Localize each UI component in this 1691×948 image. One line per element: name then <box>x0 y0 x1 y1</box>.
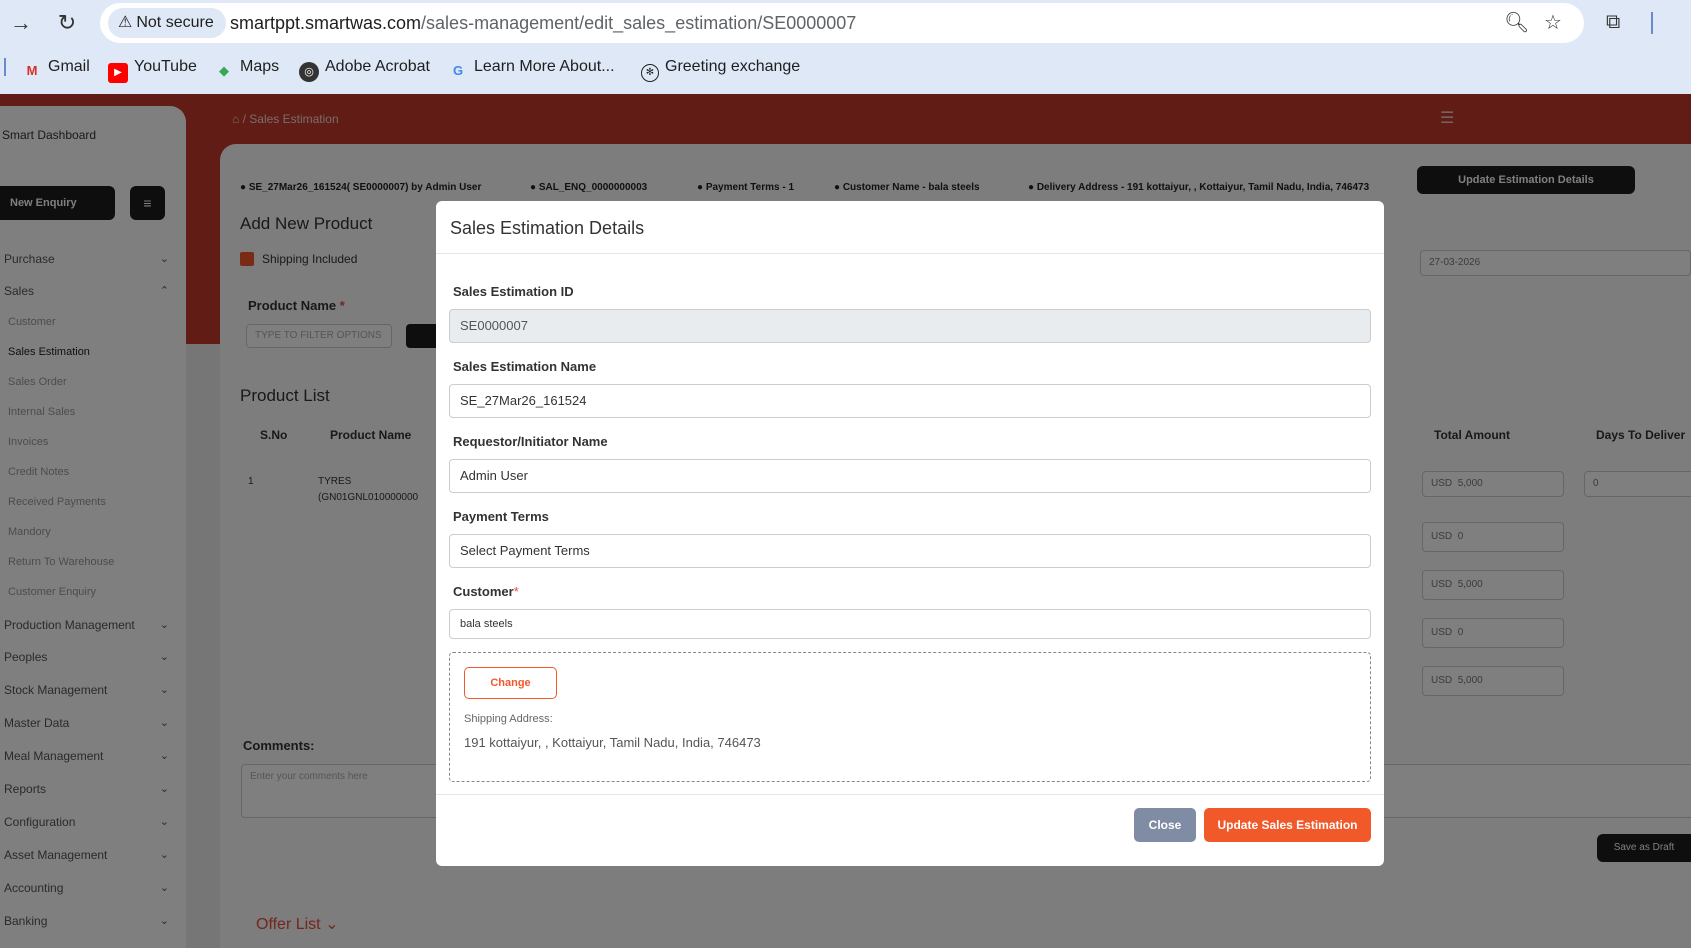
forward-icon[interactable]: → <box>8 10 34 36</box>
url-text[interactable]: smartppt.smartwas.com/sales-management/e… <box>230 3 856 43</box>
maps-icon: ◆ <box>219 63 229 78</box>
bookmark-youtube[interactable]: ▶ YouTube <box>108 54 197 83</box>
modal-footer-divider <box>436 794 1384 795</box>
payment-terms-select[interactable]: Select Payment Terms <box>449 534 1371 568</box>
google-icon: G <box>452 63 464 78</box>
estimation-name-label: Sales Estimation Name <box>453 359 597 374</box>
address-bar[interactable]: ⚠ Not secure smartppt.smartwas.com/sales-… <box>100 3 1584 43</box>
bookmark-adobe-acrobat[interactable]: ◎ Adobe Acrobat <box>299 54 430 82</box>
close-button[interactable]: Close <box>1134 808 1196 842</box>
extensions-icon[interactable]: ⧉ <box>1606 10 1620 34</box>
requestor-label: Requestor/Initiator Name <box>453 434 608 449</box>
globe-icon: ◎ <box>299 62 319 82</box>
bookmark-divider <box>4 58 6 76</box>
payment-terms-label: Payment Terms <box>453 509 549 524</box>
star-icon[interactable]: ☆ <box>1544 11 1562 35</box>
customer-field[interactable]: bala steels <box>449 609 1371 639</box>
zoom-icon[interactable]: 🔍︎ <box>1504 11 1529 35</box>
youtube-icon: ▶ <box>108 63 128 83</box>
reload-icon[interactable]: ↻ <box>54 10 80 36</box>
gmail-icon: M <box>26 63 38 78</box>
update-sales-estimation-button[interactable]: Update Sales Estimation <box>1204 808 1371 842</box>
warning-icon: ⚠ <box>118 14 133 31</box>
sales-estimation-modal: Sales Estimation Details Sales Estimatio… <box>436 201 1384 866</box>
bookmark-gmail[interactable]: M Gmail <box>22 54 90 80</box>
change-address-button[interactable]: Change <box>464 667 557 699</box>
browser-toolbar: → ↻ ⚠ Not secure smartppt.smartwas.com/sa… <box>0 0 1691 94</box>
estimation-id-field: SE0000007 <box>449 309 1371 343</box>
customer-label: Customer* <box>453 584 519 599</box>
bookmark-maps[interactable]: ◆ Maps <box>214 54 279 80</box>
shipping-address-label: Shipping Address: <box>464 713 553 725</box>
estimation-id-label: Sales Estimation ID <box>453 284 574 299</box>
shipping-address-value: 191 kottaiyur, , Kottaiyur, Tamil Nadu, … <box>464 735 761 750</box>
toolbar-divider <box>1651 12 1653 34</box>
bookmark-greeting-exchange[interactable]: ✻ Greeting exchange <box>641 54 800 82</box>
shipping-address-box: Change Shipping Address: 191 kottaiyur, … <box>449 652 1371 782</box>
modal-header: Sales Estimation Details <box>436 201 1384 254</box>
security-chip[interactable]: ⚠ Not secure <box>108 8 226 38</box>
modal-title: Sales Estimation Details <box>450 218 645 238</box>
estimation-name-field[interactable]: SE_27Mar26_161524 <box>449 384 1371 418</box>
openai-icon: ✻ <box>641 64 659 82</box>
bookmark-learn-more[interactable]: G Learn More About... <box>448 54 615 80</box>
requestor-field[interactable]: Admin User <box>449 459 1371 493</box>
